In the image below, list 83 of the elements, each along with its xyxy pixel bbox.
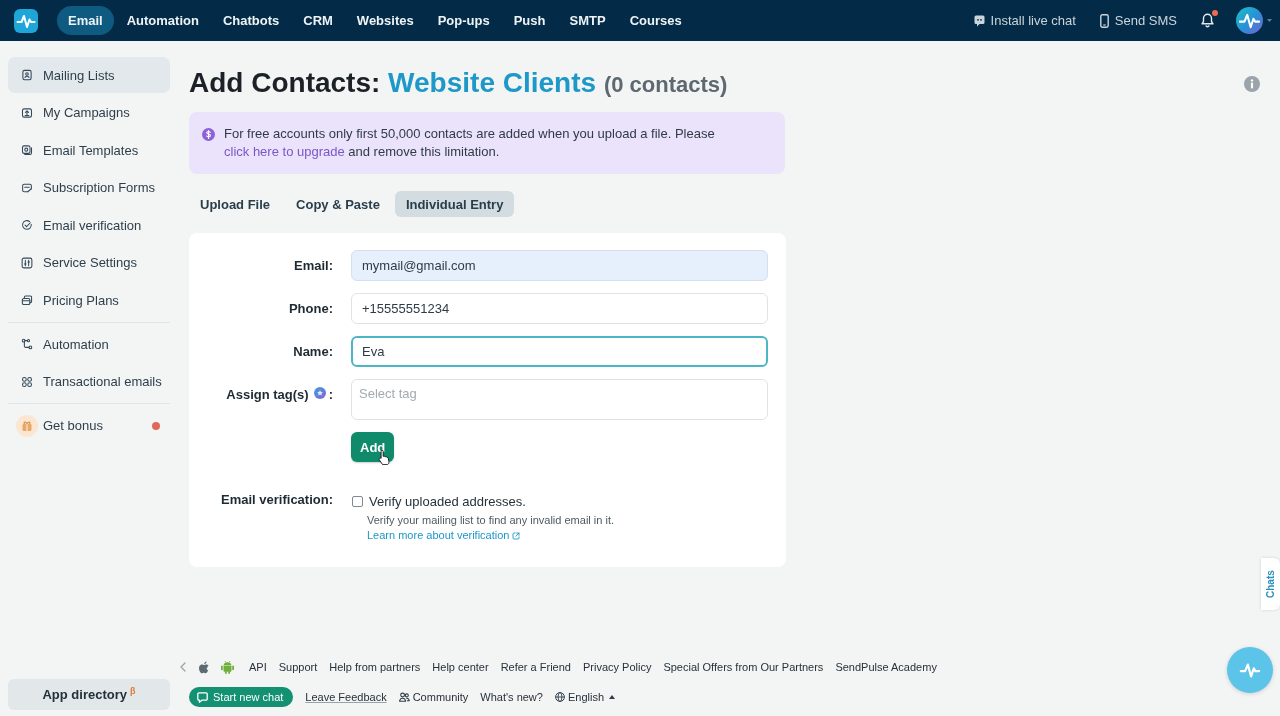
footer-link[interactable]: Help center — [432, 661, 489, 673]
page-title: Add Contacts: Website Clients (0 contacts) — [189, 66, 728, 100]
logo-icon[interactable] — [14, 8, 38, 33]
start-chat-button[interactable]: Start new chat — [189, 687, 294, 707]
cards-stack-icon — [21, 294, 33, 306]
notice-text: For free accounts only first 50,000 contacts are added when you upload a file. Please click here to upgrade and remove this limitation. — [224, 125, 716, 161]
sidebar-item[interactable]: Transactional emails — [8, 363, 170, 400]
sidebar-item[interactable]: Subscription Forms — [8, 169, 170, 206]
footer-link[interactable]: Special Offers from Our Partners — [663, 661, 824, 673]
whats-new-link[interactable]: What's new? — [480, 691, 543, 703]
contact-card-icon — [21, 69, 33, 81]
sidebar-item[interactable]: Automation — [8, 326, 170, 362]
template-icon — [21, 144, 33, 156]
field-label: : — [328, 387, 333, 402]
nav-tab[interactable]: CRM — [292, 6, 344, 35]
people-icon — [398, 692, 410, 702]
tab[interactable]: Upload File — [189, 191, 282, 217]
grid-icon — [21, 375, 33, 388]
footer-link[interactable]: Privacy Policy — [582, 661, 652, 673]
footer-link[interactable]: Support — [278, 661, 318, 673]
sidebar-item[interactable]: Mailing Lists — [8, 57, 170, 93]
hint-text: Verify your mailing list to find any invalid email in it. — [367, 513, 615, 528]
checkbox[interactable] — [352, 495, 363, 507]
phone-icon — [1099, 13, 1109, 28]
external-link-icon — [512, 531, 521, 540]
check-circle-icon — [21, 219, 33, 231]
globe-icon — [554, 692, 565, 702]
nav-tab[interactable]: Websites — [345, 6, 425, 35]
send-sms-link[interactable]: Send SMS — [1099, 13, 1177, 28]
android-icon[interactable] — [221, 660, 234, 674]
tab[interactable]: Copy & Paste — [285, 191, 391, 217]
app-directory-button[interactable]: App directory $^{β}$ — [8, 679, 170, 710]
nav-tab[interactable]: Automation — [115, 6, 210, 35]
sliders-icon — [21, 256, 33, 269]
bell-icon[interactable] — [1201, 13, 1214, 28]
checkbox-label[interactable]: Verify uploaded addresses. — [369, 493, 526, 509]
field-label: Email: — [294, 258, 333, 273]
field-label: Phone: — [288, 301, 333, 316]
upgrade-link[interactable]: click here to upgrade — [224, 144, 345, 159]
chat-icon — [197, 691, 208, 703]
language-selector[interactable]: English — [554, 691, 615, 703]
upload-icon — [21, 106, 33, 119]
nav-tab[interactable]: Push — [502, 6, 557, 35]
live-chat-link[interactable]: Install live chat — [973, 13, 1076, 28]
sidebar-item[interactable]: Email Templates — [8, 132, 170, 168]
community-link[interactable]: Community — [398, 691, 469, 703]
footer-link[interactable]: API — [249, 661, 267, 673]
field-label: Name: — [293, 344, 333, 359]
form-icon — [21, 181, 33, 194]
chat-bubble-icon — [973, 14, 985, 27]
apple-icon[interactable] — [199, 660, 210, 674]
footer-link[interactable]: Refer a Friend — [500, 661, 571, 673]
nav-tab[interactable]: SMTP — [558, 6, 617, 35]
tab[interactable]: Individual Entry — [394, 191, 515, 217]
sidebar-item[interactable]: Get bonus — [8, 407, 170, 444]
sidebar-item[interactable]: My Campaigns — [8, 94, 170, 131]
star-icon[interactable] — [313, 387, 326, 399]
feedback-link[interactable]: Leave Feedback — [305, 691, 387, 703]
footer-link[interactable]: SendPulse Academy — [835, 661, 937, 673]
sidebar-item[interactable]: Service Settings — [8, 244, 170, 281]
field-label: Email verification: — [221, 492, 333, 507]
nav-tab[interactable]: Pop-ups — [426, 6, 501, 35]
nav-tab[interactable]: Courses — [618, 6, 693, 35]
sidebar-item[interactable]: Email verification — [8, 207, 170, 243]
flow-icon — [21, 338, 33, 350]
field-label: Assign tag(s) — [226, 387, 309, 402]
info-icon[interactable] — [1244, 76, 1260, 92]
phone-field[interactable]: +15555551234 — [351, 293, 768, 324]
tag-select-field[interactable]: Select tag — [351, 379, 768, 420]
chevron-left-icon[interactable] — [180, 662, 186, 672]
dollar-icon — [202, 128, 215, 141]
name-field[interactable]: Eva — [351, 336, 768, 367]
caret-icon — [609, 695, 615, 699]
gift-icon — [16, 414, 38, 437]
nav-tab[interactable]: Chatbots — [211, 6, 291, 35]
sidebar-item[interactable]: Pricing Plans — [8, 282, 170, 318]
chat-launcher-button[interactable] — [1227, 647, 1273, 693]
email-field[interactable]: mymail@gmail.com — [351, 250, 768, 281]
caret-icon[interactable] — [1267, 19, 1272, 22]
footer-link[interactable]: Help from partners — [329, 661, 421, 673]
chats-tab[interactable]: Chats — [1261, 558, 1280, 610]
nav-tab[interactable]: Email — [57, 6, 114, 35]
avatar-icon[interactable] — [1236, 7, 1263, 34]
